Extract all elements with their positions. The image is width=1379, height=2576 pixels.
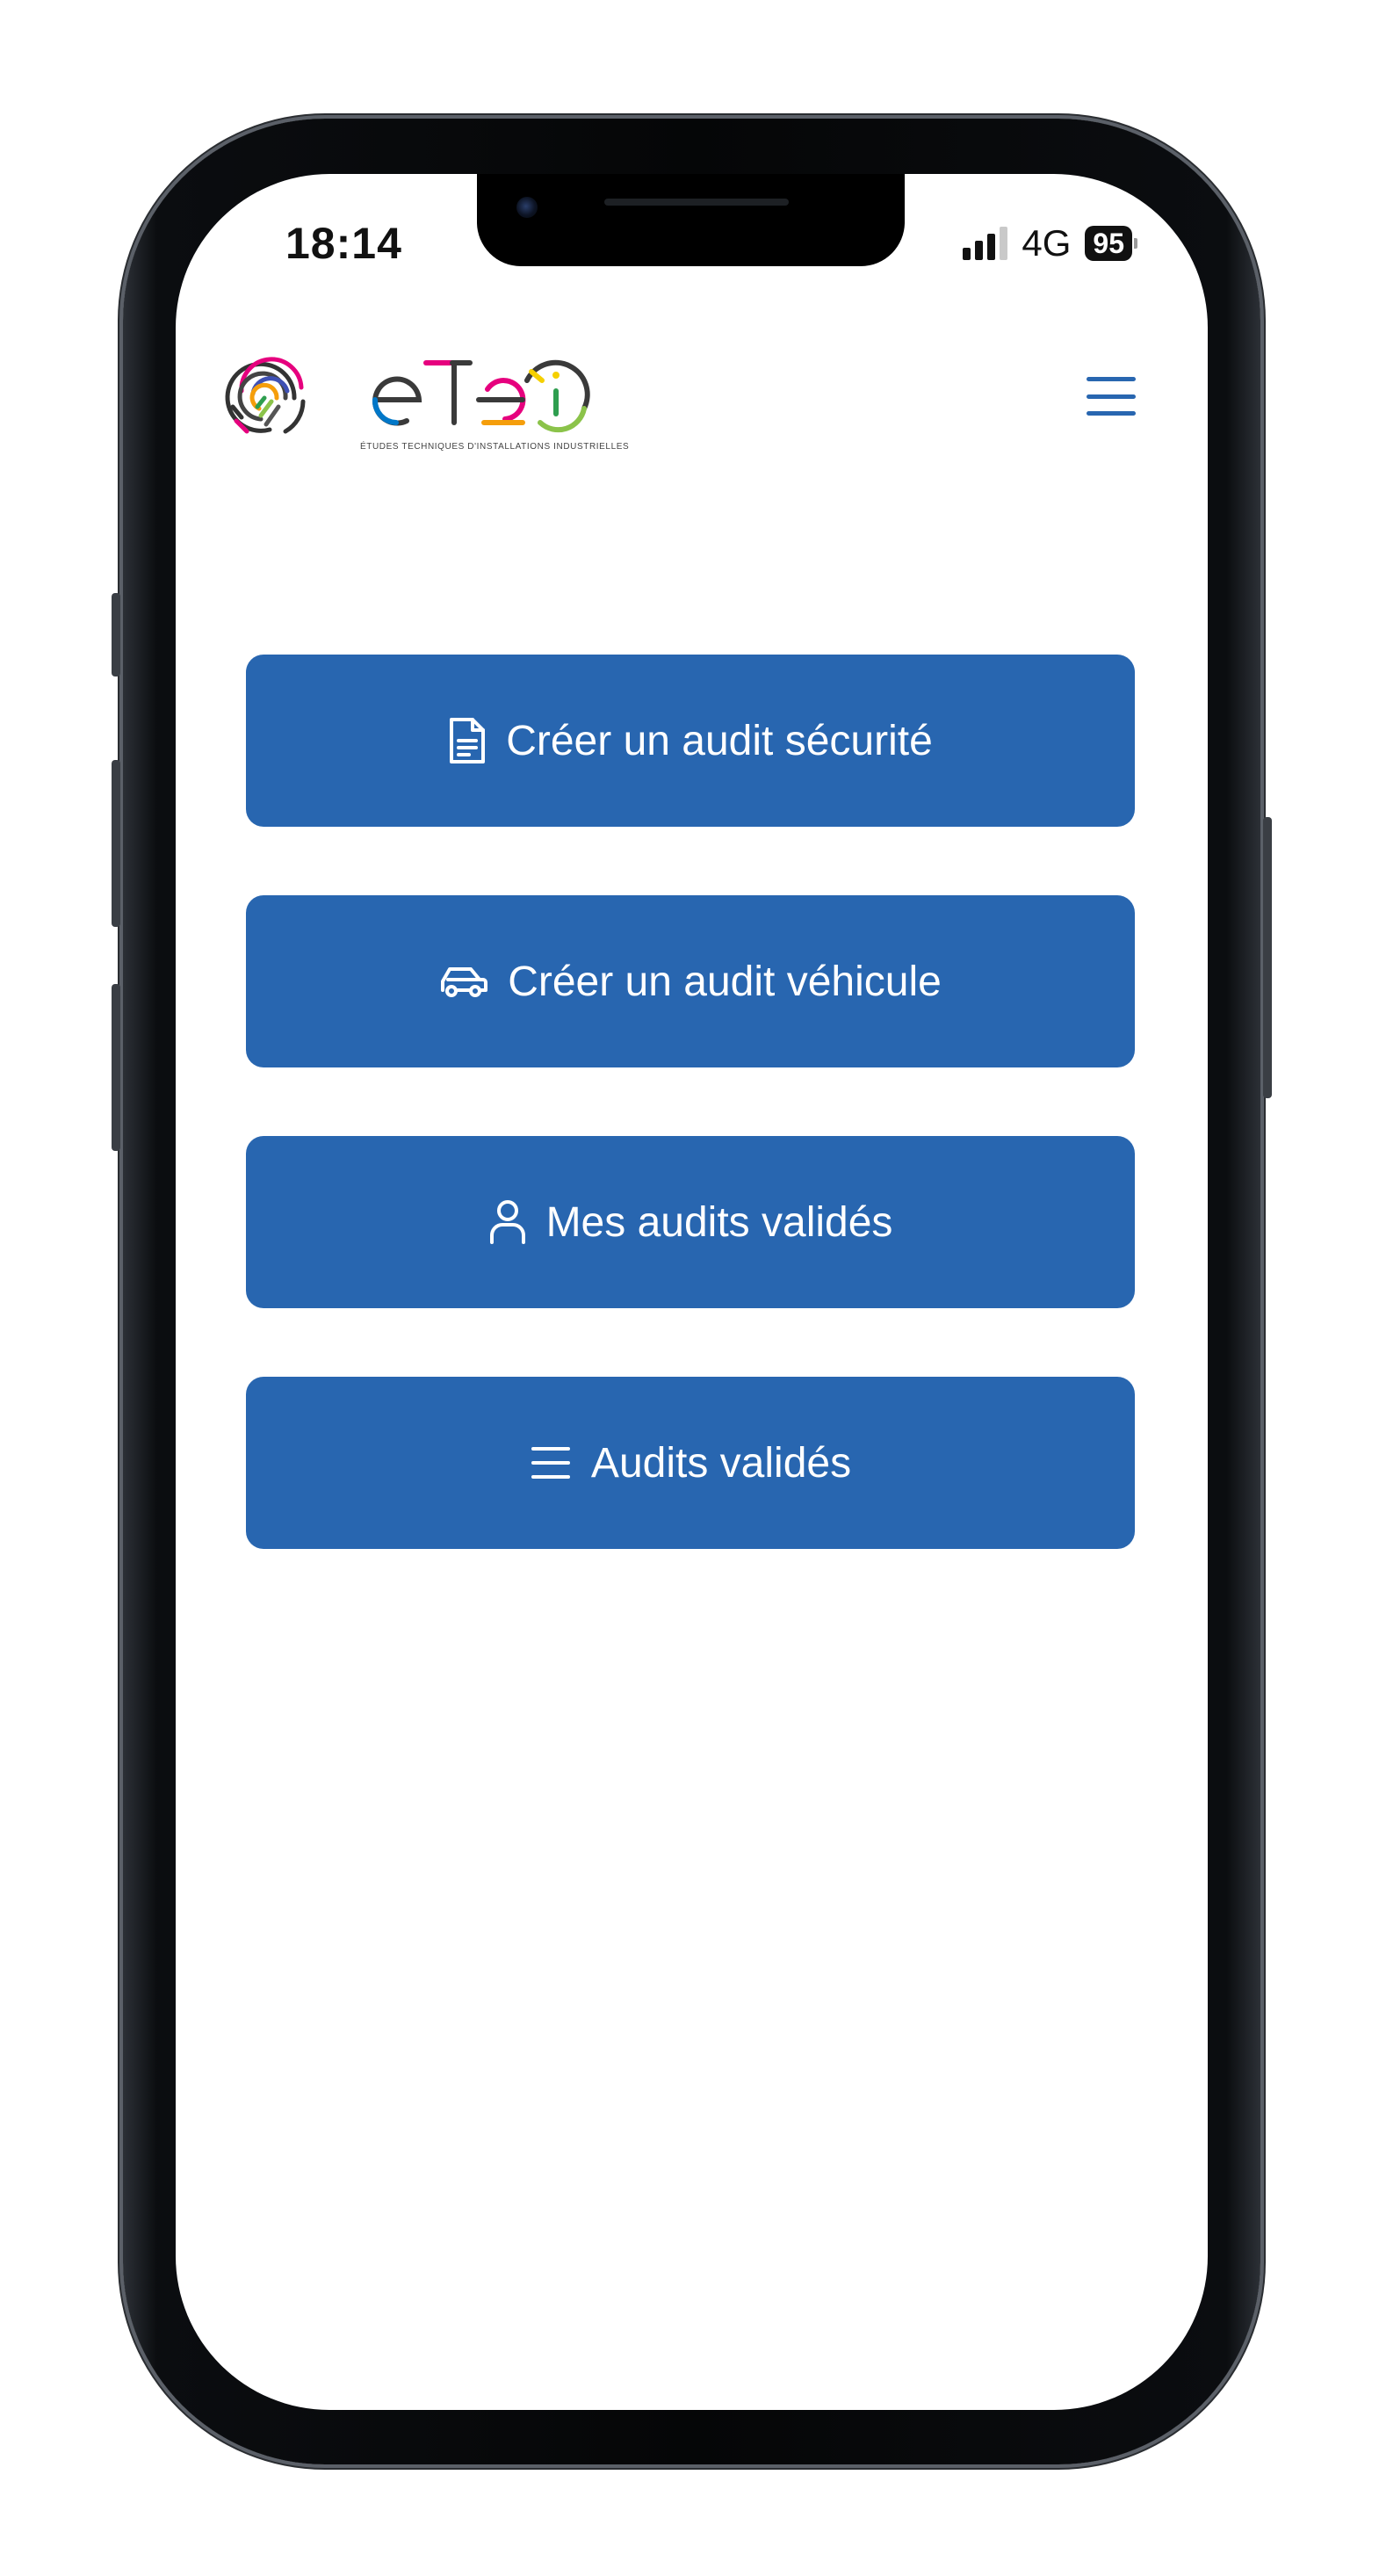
signal-icon bbox=[963, 227, 1008, 260]
volume-up-button bbox=[112, 760, 120, 927]
speaker-grille bbox=[604, 199, 789, 206]
actions-list: Créer un audit sécurité Créer un audit v… bbox=[246, 655, 1135, 1549]
etei-logo bbox=[225, 357, 590, 434]
action-label: Audits validés bbox=[590, 1439, 852, 1487]
network-type: 4G bbox=[1022, 222, 1072, 264]
create-security-audit-button[interactable]: Créer un audit sécurité bbox=[246, 655, 1135, 827]
phone-frame: 18:14 4G 95 ÉTUDES TECHNIQUES D'INSTALLA… bbox=[112, 119, 1272, 2464]
etei-wordmark bbox=[372, 359, 590, 433]
list-icon bbox=[531, 1447, 570, 1479]
status-indicators: 4G 95 bbox=[963, 222, 1137, 264]
status-time: 18:14 bbox=[285, 219, 402, 268]
power-button bbox=[1263, 817, 1272, 1098]
validated-audits-button[interactable]: Audits validés bbox=[246, 1377, 1135, 1549]
action-label: Créer un audit sécurité bbox=[506, 717, 933, 764]
notch bbox=[477, 174, 905, 266]
hamburger-menu-icon[interactable] bbox=[1087, 372, 1136, 421]
logo-caption: ÉTUDES TECHNIQUES D'INSTALLATIONS INDUST… bbox=[360, 442, 630, 452]
battery-level: 95 bbox=[1085, 226, 1132, 261]
action-label: Créer un audit véhicule bbox=[508, 958, 942, 1005]
create-vehicle-audit-button[interactable]: Créer un audit véhicule bbox=[246, 895, 1135, 1067]
document-icon bbox=[450, 718, 486, 763]
camera bbox=[516, 197, 538, 218]
screen: 18:14 4G 95 ÉTUDES TECHNIQUES D'INSTALLA… bbox=[176, 174, 1208, 2410]
my-validated-audits-button[interactable]: Mes audits validés bbox=[246, 1136, 1135, 1308]
fingerprint-logo-icon bbox=[225, 357, 306, 434]
user-icon bbox=[489, 1200, 525, 1244]
action-label: Mes audits validés bbox=[545, 1198, 893, 1246]
volume-down-button bbox=[112, 984, 120, 1151]
battery-icon: 95 bbox=[1085, 226, 1137, 261]
mute-switch bbox=[112, 593, 120, 677]
car-icon bbox=[441, 967, 488, 997]
